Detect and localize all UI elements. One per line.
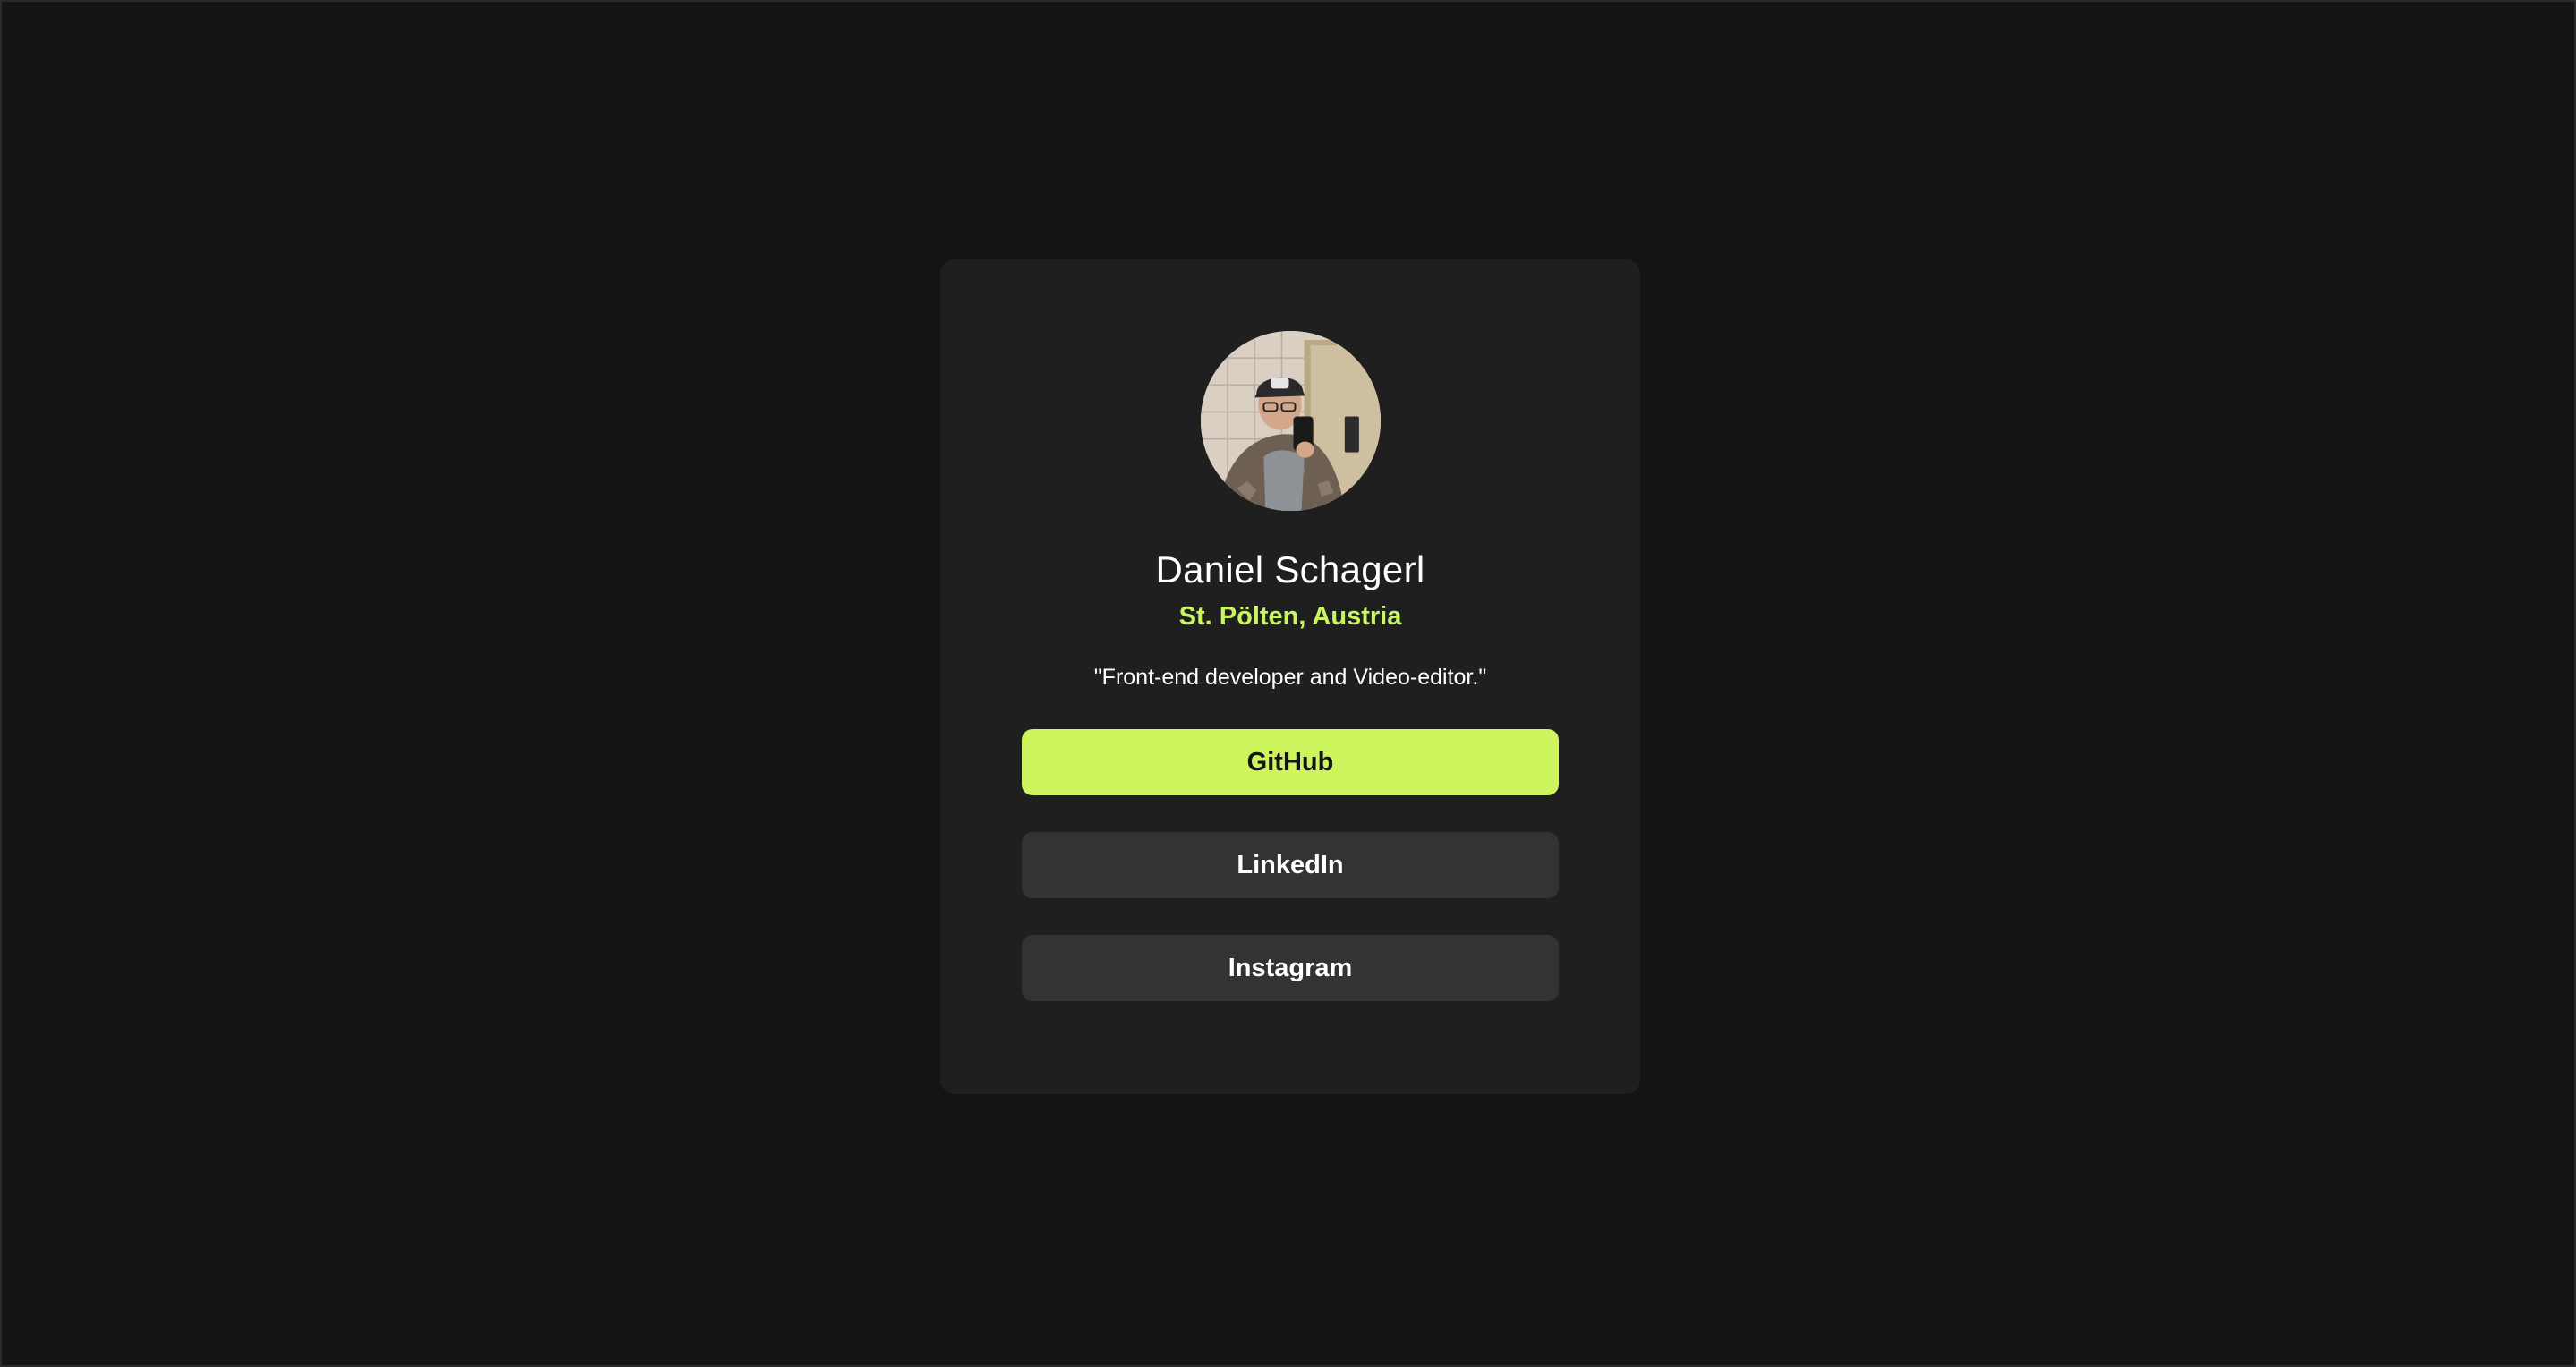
instagram-button[interactable]: Instagram [1022,935,1559,1001]
links-list: GitHub LinkedIn Instagram [1022,729,1559,1001]
linkedin-button[interactable]: LinkedIn [1022,832,1559,898]
github-button[interactable]: GitHub [1022,729,1559,795]
page: Daniel Schagerl St. Pölten, Austria "Fro… [0,0,2576,1367]
avatar-photo [1200,331,1381,511]
profile-card: Daniel Schagerl St. Pölten, Austria "Fro… [940,259,1640,1094]
profile-name: Daniel Schagerl [1155,548,1425,590]
profile-bio: "Front-end developer and Video-editor." [1093,665,1487,690]
avatar [1200,331,1381,511]
profile-location: St. Pölten, Austria [1178,602,1402,631]
